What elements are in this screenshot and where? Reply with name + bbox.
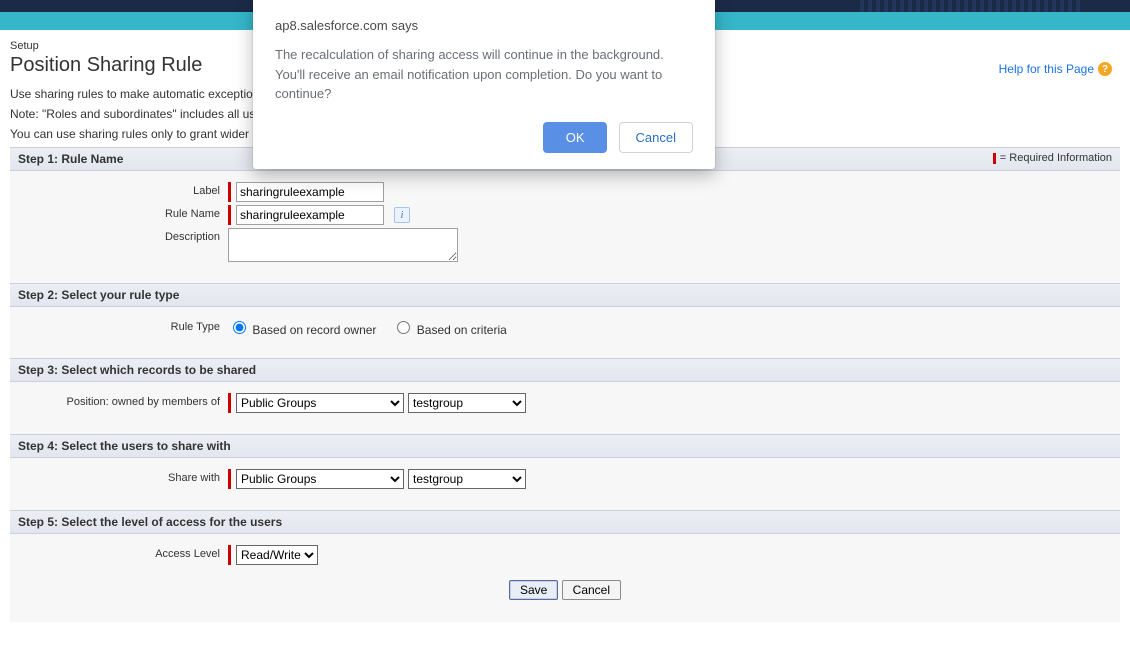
help-for-page-link[interactable]: Help for this Page ? — [999, 62, 1112, 76]
step2-title: Step 2: Select your rule type — [18, 288, 179, 302]
owned-by-group-select[interactable]: testgroup — [408, 393, 526, 413]
help-icon: ? — [1098, 62, 1112, 76]
ruletype-owner-option[interactable]: Based on record owner — [228, 318, 376, 337]
dialog-origin: ap8.salesforce.com says — [275, 18, 693, 33]
owned-by-label: Position: owned by members of — [18, 393, 228, 408]
share-with-group-select[interactable]: testgroup — [408, 469, 526, 489]
required-bar-icon — [228, 393, 231, 413]
label-field-label: Label — [18, 182, 228, 197]
ruletype-field-label: Rule Type — [18, 318, 228, 333]
dialog-cancel-button[interactable]: Cancel — [619, 122, 693, 153]
required-bar-icon — [993, 153, 996, 164]
step3-title: Step 3: Select which records to be share… — [18, 363, 256, 377]
step4-body: Share with Public Groups testgroup — [10, 458, 1120, 510]
ruletype-owner-radio[interactable] — [233, 321, 246, 334]
share-with-label: Share with — [18, 469, 228, 484]
step2-body: Rule Type Based on record owner Based on… — [10, 307, 1120, 358]
ruletype-criteria-radio[interactable] — [397, 321, 410, 334]
save-button[interactable]: Save — [509, 580, 558, 600]
step2-header: Step 2: Select your rule type — [10, 283, 1120, 307]
description-field-label: Description — [18, 228, 228, 243]
required-bar-icon — [228, 469, 231, 489]
dialog-message: The recalculation of sharing access will… — [275, 45, 693, 104]
step1-title: Step 1: Rule Name — [18, 152, 123, 166]
access-level-select[interactable]: Read/Write — [236, 545, 318, 565]
required-bar-icon — [228, 205, 231, 225]
required-legend: = Required Information — [993, 152, 1112, 166]
cancel-button[interactable]: Cancel — [562, 580, 621, 600]
step4-header: Step 4: Select the users to share with — [10, 434, 1120, 458]
rulename-field-label: Rule Name — [18, 205, 228, 220]
step5-title: Step 5: Select the level of access for t… — [18, 515, 282, 529]
step4-title: Step 4: Select the users to share with — [18, 439, 231, 453]
share-with-type-select[interactable]: Public Groups — [236, 469, 404, 489]
rulename-input[interactable] — [236, 205, 384, 225]
required-bar-icon — [228, 182, 231, 202]
step3-header: Step 3: Select which records to be share… — [10, 358, 1120, 382]
ruletype-criteria-option[interactable]: Based on criteria — [392, 318, 506, 337]
owned-by-type-select[interactable]: Public Groups — [236, 393, 404, 413]
step3-body: Position: owned by members of Public Gro… — [10, 382, 1120, 434]
step5-header: Step 5: Select the level of access for t… — [10, 510, 1120, 534]
step1-body: Label Rule Name i Description — [10, 171, 1120, 283]
confirm-dialog: ap8.salesforce.com says The recalculatio… — [253, 0, 715, 169]
dialog-ok-button[interactable]: OK — [543, 122, 607, 153]
info-icon[interactable]: i — [394, 207, 410, 223]
description-textarea[interactable] — [228, 228, 458, 262]
step5-body: Access Level Read/Write Save Cancel — [10, 534, 1120, 622]
access-level-label: Access Level — [18, 545, 228, 560]
help-link-label: Help for this Page — [999, 62, 1094, 76]
required-bar-icon — [228, 545, 231, 565]
label-input[interactable] — [236, 182, 384, 202]
